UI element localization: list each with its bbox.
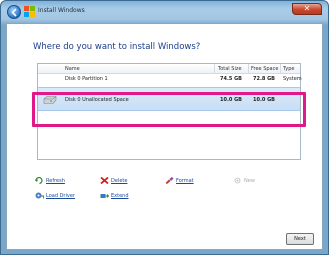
delete-icon: [100, 177, 109, 184]
new-label: New: [244, 178, 255, 184]
windows-logo-icon: [24, 6, 35, 17]
column-header-name[interactable]: Name: [65, 66, 80, 74]
installer-window: Install Windows ✕ Where do you want to i…: [0, 0, 329, 255]
load-driver-icon: [35, 192, 44, 199]
row-free-space: 72.8 GB: [253, 76, 275, 82]
column-header-total-size[interactable]: Total Size: [218, 66, 242, 74]
close-button[interactable]: ✕: [292, 3, 322, 15]
window-title: Install Windows: [38, 7, 85, 14]
new-partition-icon: [234, 177, 241, 184]
column-header-free-space[interactable]: Free Space: [251, 66, 278, 74]
back-arrow-icon[interactable]: [7, 5, 21, 19]
content-panel: Where do you want to install Windows? Na…: [6, 23, 323, 250]
table-row[interactable]: Disk 0 Partition 1 74.5 GB 72.8 GB Syste…: [38, 74, 302, 84]
row-name: Disk 0 Partition 1: [65, 76, 108, 82]
extend-icon: [100, 194, 109, 198]
table-header: Name Total Size Free Space Type: [38, 64, 300, 74]
row-total-size: 74.5 GB: [220, 76, 242, 82]
column-header-type[interactable]: Type: [283, 66, 294, 74]
refresh-icon: [35, 177, 43, 184]
extend-label: Extend: [111, 193, 129, 199]
delete-label: Delete: [111, 178, 128, 184]
format-icon: [165, 177, 174, 184]
next-button[interactable]: Next: [286, 233, 314, 245]
selection-highlight-box: [32, 92, 306, 127]
row-type: System: [283, 76, 302, 82]
refresh-label: Refresh: [46, 178, 65, 184]
title-bar: Install Windows ✕: [1, 1, 328, 23]
page-heading: Where do you want to install Windows?: [33, 42, 201, 52]
format-label: Format: [176, 178, 194, 184]
load-driver-label: Load Driver: [46, 193, 75, 199]
